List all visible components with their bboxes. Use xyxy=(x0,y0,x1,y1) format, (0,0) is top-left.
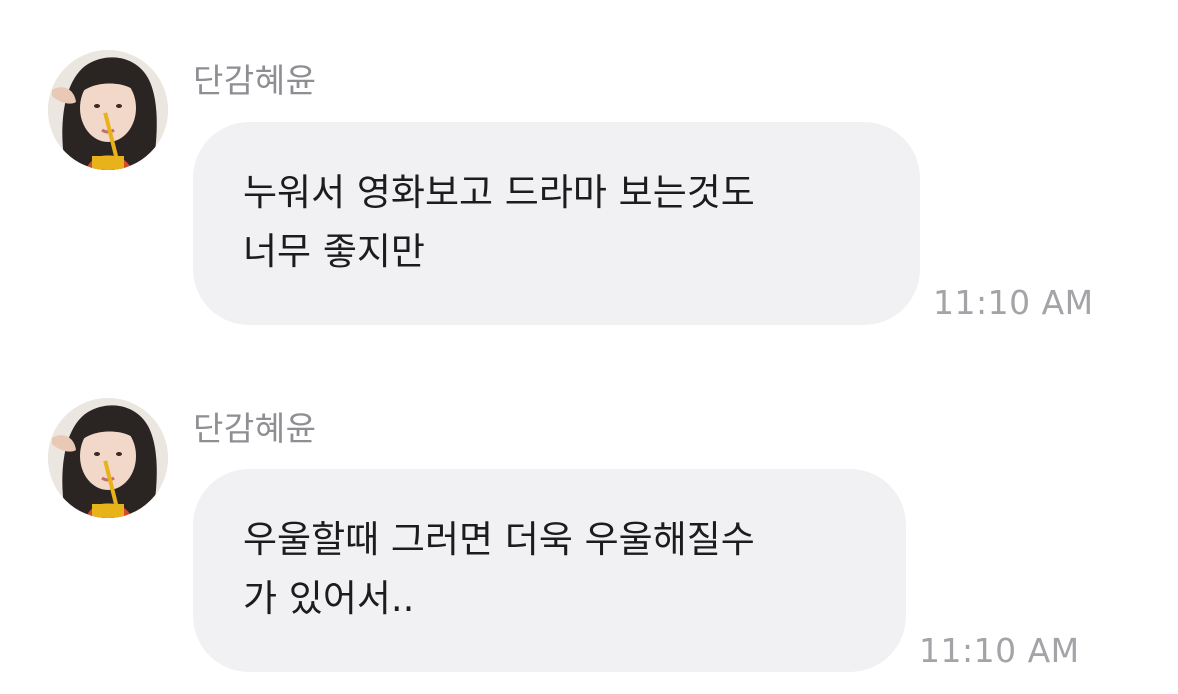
message: 단감혜윤 우울할때 그러면 더욱 우울해질수 가 있어서.. 11:10 AM xyxy=(0,0,1178,694)
message-text: 우울할때 그러면 더욱 우울해질수 가 있어서.. xyxy=(243,510,755,628)
message-line: 가 있어서.. xyxy=(243,577,415,620)
chat-thread: 단감혜윤 누워서 영화보고 드라마 보는것도 너무 좋지만 11:10 AM 단… xyxy=(0,0,1178,694)
message-line: 우울할때 그러면 더욱 우울해질수 xyxy=(243,518,755,561)
profile-photo-icon xyxy=(48,398,168,518)
timestamp: 11:10 AM xyxy=(919,631,1080,670)
message-bubble[interactable]: 우울할때 그러면 더욱 우울해질수 가 있어서.. xyxy=(193,469,906,672)
avatar[interactable] xyxy=(48,398,168,518)
sender-name: 단감혜윤 xyxy=(193,409,317,448)
